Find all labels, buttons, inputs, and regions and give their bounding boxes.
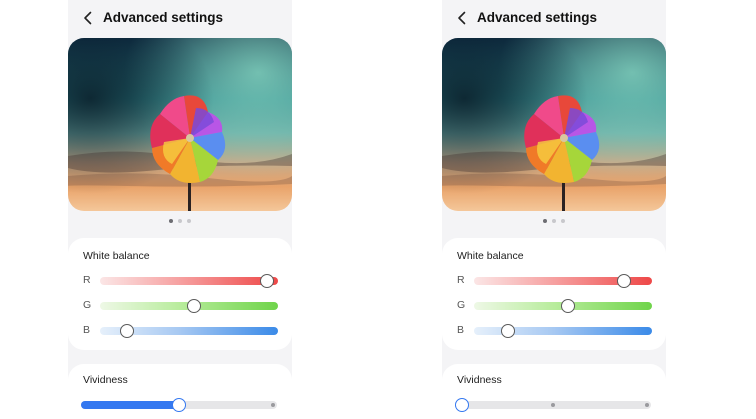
- slider-thumb-b[interactable]: [500, 324, 515, 338]
- page-dot: [543, 219, 547, 223]
- phone-screen-2: Advanced settings White balance R G B Vi…: [442, 0, 666, 419]
- page-indicator: [68, 219, 292, 227]
- preview-image[interactable]: [68, 38, 292, 211]
- vividness-thumb[interactable]: [172, 398, 186, 412]
- vividness-title: Vividness: [457, 374, 502, 386]
- back-button[interactable]: [452, 8, 472, 28]
- page-dot: [187, 219, 191, 223]
- vividness-step-tick: [645, 403, 649, 407]
- channel-label-r: R: [83, 274, 91, 286]
- slider-row-g: G: [442, 298, 666, 314]
- slider-row-r: R: [68, 273, 292, 289]
- slider-row-g: G: [68, 298, 292, 314]
- page-title: Advanced settings: [103, 10, 224, 25]
- white-balance-card: White balance R G B: [68, 238, 292, 350]
- white-balance-title: White balance: [457, 250, 524, 262]
- channel-label-b: B: [83, 324, 91, 336]
- chevron-left-icon: [458, 11, 466, 25]
- vividness-title: Vividness: [83, 374, 128, 386]
- white-balance-title: White balance: [83, 250, 150, 262]
- vividness-fill: [81, 401, 179, 409]
- page-indicator: [442, 219, 666, 227]
- page-dot: [169, 219, 173, 223]
- slider-g[interactable]: [100, 299, 278, 313]
- slider-row-b: B: [442, 323, 666, 339]
- vividness-slider[interactable]: [455, 398, 651, 412]
- slider-row-r: R: [442, 273, 666, 289]
- slider-thumb-g[interactable]: [187, 299, 202, 313]
- chevron-left-icon: [84, 11, 92, 25]
- phone-screen-1: Advanced settings White balance R G B Vi…: [68, 0, 292, 419]
- slider-row-b: B: [68, 323, 292, 339]
- page-title: Advanced settings: [477, 10, 598, 25]
- slider-g[interactable]: [474, 299, 652, 313]
- header: Advanced settings: [442, 0, 666, 36]
- slider-thumb-b[interactable]: [119, 324, 134, 338]
- vividness-slider[interactable]: [81, 398, 277, 412]
- slider-b[interactable]: [474, 324, 652, 338]
- slider-b[interactable]: [100, 324, 278, 338]
- white-balance-card: White balance R G B: [442, 238, 666, 350]
- channel-label-r: R: [457, 274, 465, 286]
- vividness-thumb[interactable]: [455, 398, 469, 412]
- slider-thumb-r[interactable]: [260, 274, 275, 288]
- channel-label-b: B: [457, 324, 465, 336]
- slider-thumb-g[interactable]: [561, 299, 576, 313]
- pinwheel-image: [442, 38, 666, 211]
- vividness-step-tick: [271, 403, 275, 407]
- slider-r[interactable]: [474, 274, 652, 288]
- page-dot: [561, 219, 565, 223]
- channel-label-g: G: [457, 299, 466, 311]
- back-button[interactable]: [78, 8, 98, 28]
- pinwheel-image: [68, 38, 292, 211]
- slider-thumb-r[interactable]: [616, 274, 631, 288]
- page-dot: [178, 219, 182, 223]
- preview-image[interactable]: [442, 38, 666, 211]
- vividness-card: Vividness: [442, 364, 666, 419]
- vividness-step-tick: [551, 403, 555, 407]
- channel-label-g: G: [83, 299, 92, 311]
- page-dot: [552, 219, 556, 223]
- slider-r[interactable]: [100, 274, 278, 288]
- vividness-card: Vividness: [68, 364, 292, 419]
- header: Advanced settings: [68, 0, 292, 36]
